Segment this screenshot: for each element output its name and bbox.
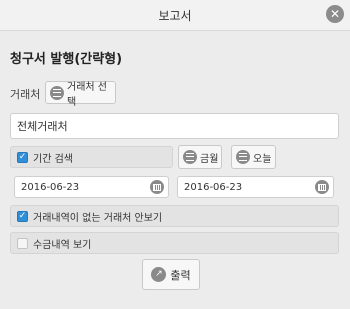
start-date-value: 2016-06-23 [21, 181, 80, 193]
print-icon [151, 267, 167, 282]
page-title: 청구서 발행(간략형) [10, 52, 123, 67]
select-client-button[interactable]: 거래처 선택 [45, 81, 116, 108]
close-button[interactable]: ✕ [326, 5, 344, 23]
today-label: 오늘 [253, 153, 272, 165]
start-date-field[interactable]: 2016-06-23 [14, 176, 169, 198]
period-search-checkbox[interactable] [17, 151, 28, 163]
hide-no-transactions-toggle[interactable]: 거래내역이 없는 거래처 안보기 [10, 205, 339, 227]
close-icon: ✕ [329, 7, 341, 21]
period-search-label: 기간 검색 [33, 153, 73, 165]
hide-no-transactions-checkbox[interactable] [17, 210, 28, 222]
this-month-button[interactable]: 금월 [178, 145, 222, 169]
print-label: 출력 [170, 268, 191, 282]
show-payments-checkbox[interactable] [17, 237, 28, 249]
list-icon [50, 85, 64, 100]
calendar-icon[interactable] [150, 180, 164, 194]
this-month-label: 금월 [200, 153, 219, 165]
window-title: 보고서 [158, 8, 192, 23]
end-date-value: 2016-06-23 [184, 181, 243, 193]
client-value: 전체거래처 [17, 120, 68, 133]
show-payments-toggle[interactable]: 수금내역 보기 [10, 232, 339, 254]
hide-no-transactions-label: 거래내역이 없는 거래처 안보기 [33, 212, 163, 224]
end-date-field[interactable]: 2016-06-23 [177, 176, 334, 198]
select-client-label: 거래처 선택 [67, 81, 107, 108]
print-button[interactable]: 출력 [142, 259, 200, 290]
list-icon [183, 150, 197, 164]
title-bar: 보고서 ✕ [0, 0, 350, 31]
client-field[interactable]: 전체거래처 [10, 113, 339, 139]
client-label: 거래처 [10, 88, 41, 101]
list-icon [236, 150, 250, 164]
calendar-icon[interactable] [315, 180, 329, 194]
show-payments-label: 수금내역 보기 [33, 239, 92, 251]
today-button[interactable]: 오늘 [231, 145, 276, 169]
report-dialog: 보고서 ✕ 청구서 발행(간략형) 거래처 거래처 선택 전체거래처 기간 검색… [0, 0, 350, 309]
period-search-toggle[interactable]: 기간 검색 [10, 146, 173, 168]
